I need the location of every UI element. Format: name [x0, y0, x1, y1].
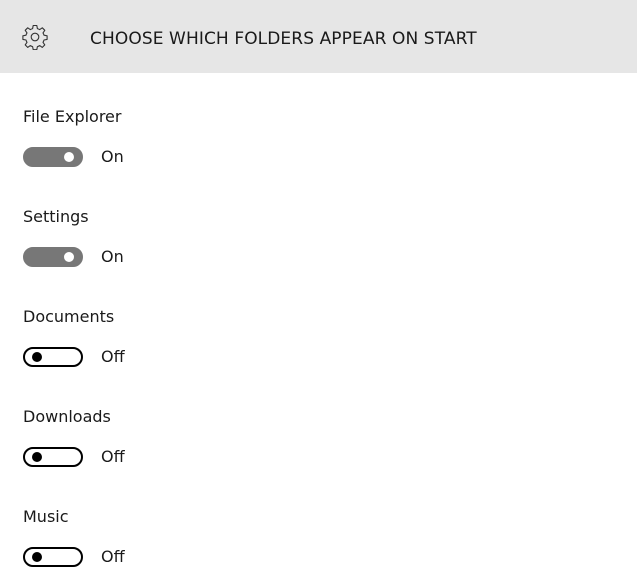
setting-documents: Documents Off: [23, 307, 623, 377]
file-explorer-toggle[interactable]: On: [23, 144, 124, 170]
downloads-toggle[interactable]: Off: [23, 444, 125, 470]
toggle-state-label: Off: [101, 347, 125, 366]
gear-icon: [22, 24, 48, 51]
toggle-knob: [32, 552, 42, 562]
toggle-knob: [64, 252, 74, 262]
toggle-switch[interactable]: [23, 447, 83, 467]
documents-toggle[interactable]: Off: [23, 344, 125, 370]
page-title: CHOOSE WHICH FOLDERS APPEAR ON START: [90, 29, 477, 49]
setting-music: Music Off: [23, 507, 623, 577]
toggle-state-label: Off: [101, 447, 125, 466]
toggle-knob: [32, 352, 42, 362]
toggle-state-label: On: [101, 247, 124, 266]
setting-label: File Explorer: [23, 107, 122, 126]
setting-label: Documents: [23, 307, 115, 326]
setting-label: Settings: [23, 207, 89, 226]
toggle-switch[interactable]: [23, 347, 83, 367]
toggle-knob: [64, 152, 74, 162]
setting-downloads: Downloads Off: [23, 407, 623, 477]
music-toggle[interactable]: Off: [23, 544, 125, 570]
toggle-state-label: Off: [101, 547, 125, 566]
settings-header: CHOOSE WHICH FOLDERS APPEAR ON START: [0, 0, 637, 73]
setting-label: Downloads: [23, 407, 111, 426]
toggle-state-label: On: [101, 147, 124, 166]
settings-toggle[interactable]: On: [23, 244, 124, 270]
setting-file-explorer: File Explorer On: [23, 107, 623, 177]
setting-label: Music: [23, 507, 69, 526]
toggle-switch[interactable]: [23, 547, 83, 567]
toggle-knob: [32, 452, 42, 462]
toggle-switch[interactable]: [23, 147, 83, 167]
toggle-switch[interactable]: [23, 247, 83, 267]
setting-settings: Settings On: [23, 207, 623, 277]
